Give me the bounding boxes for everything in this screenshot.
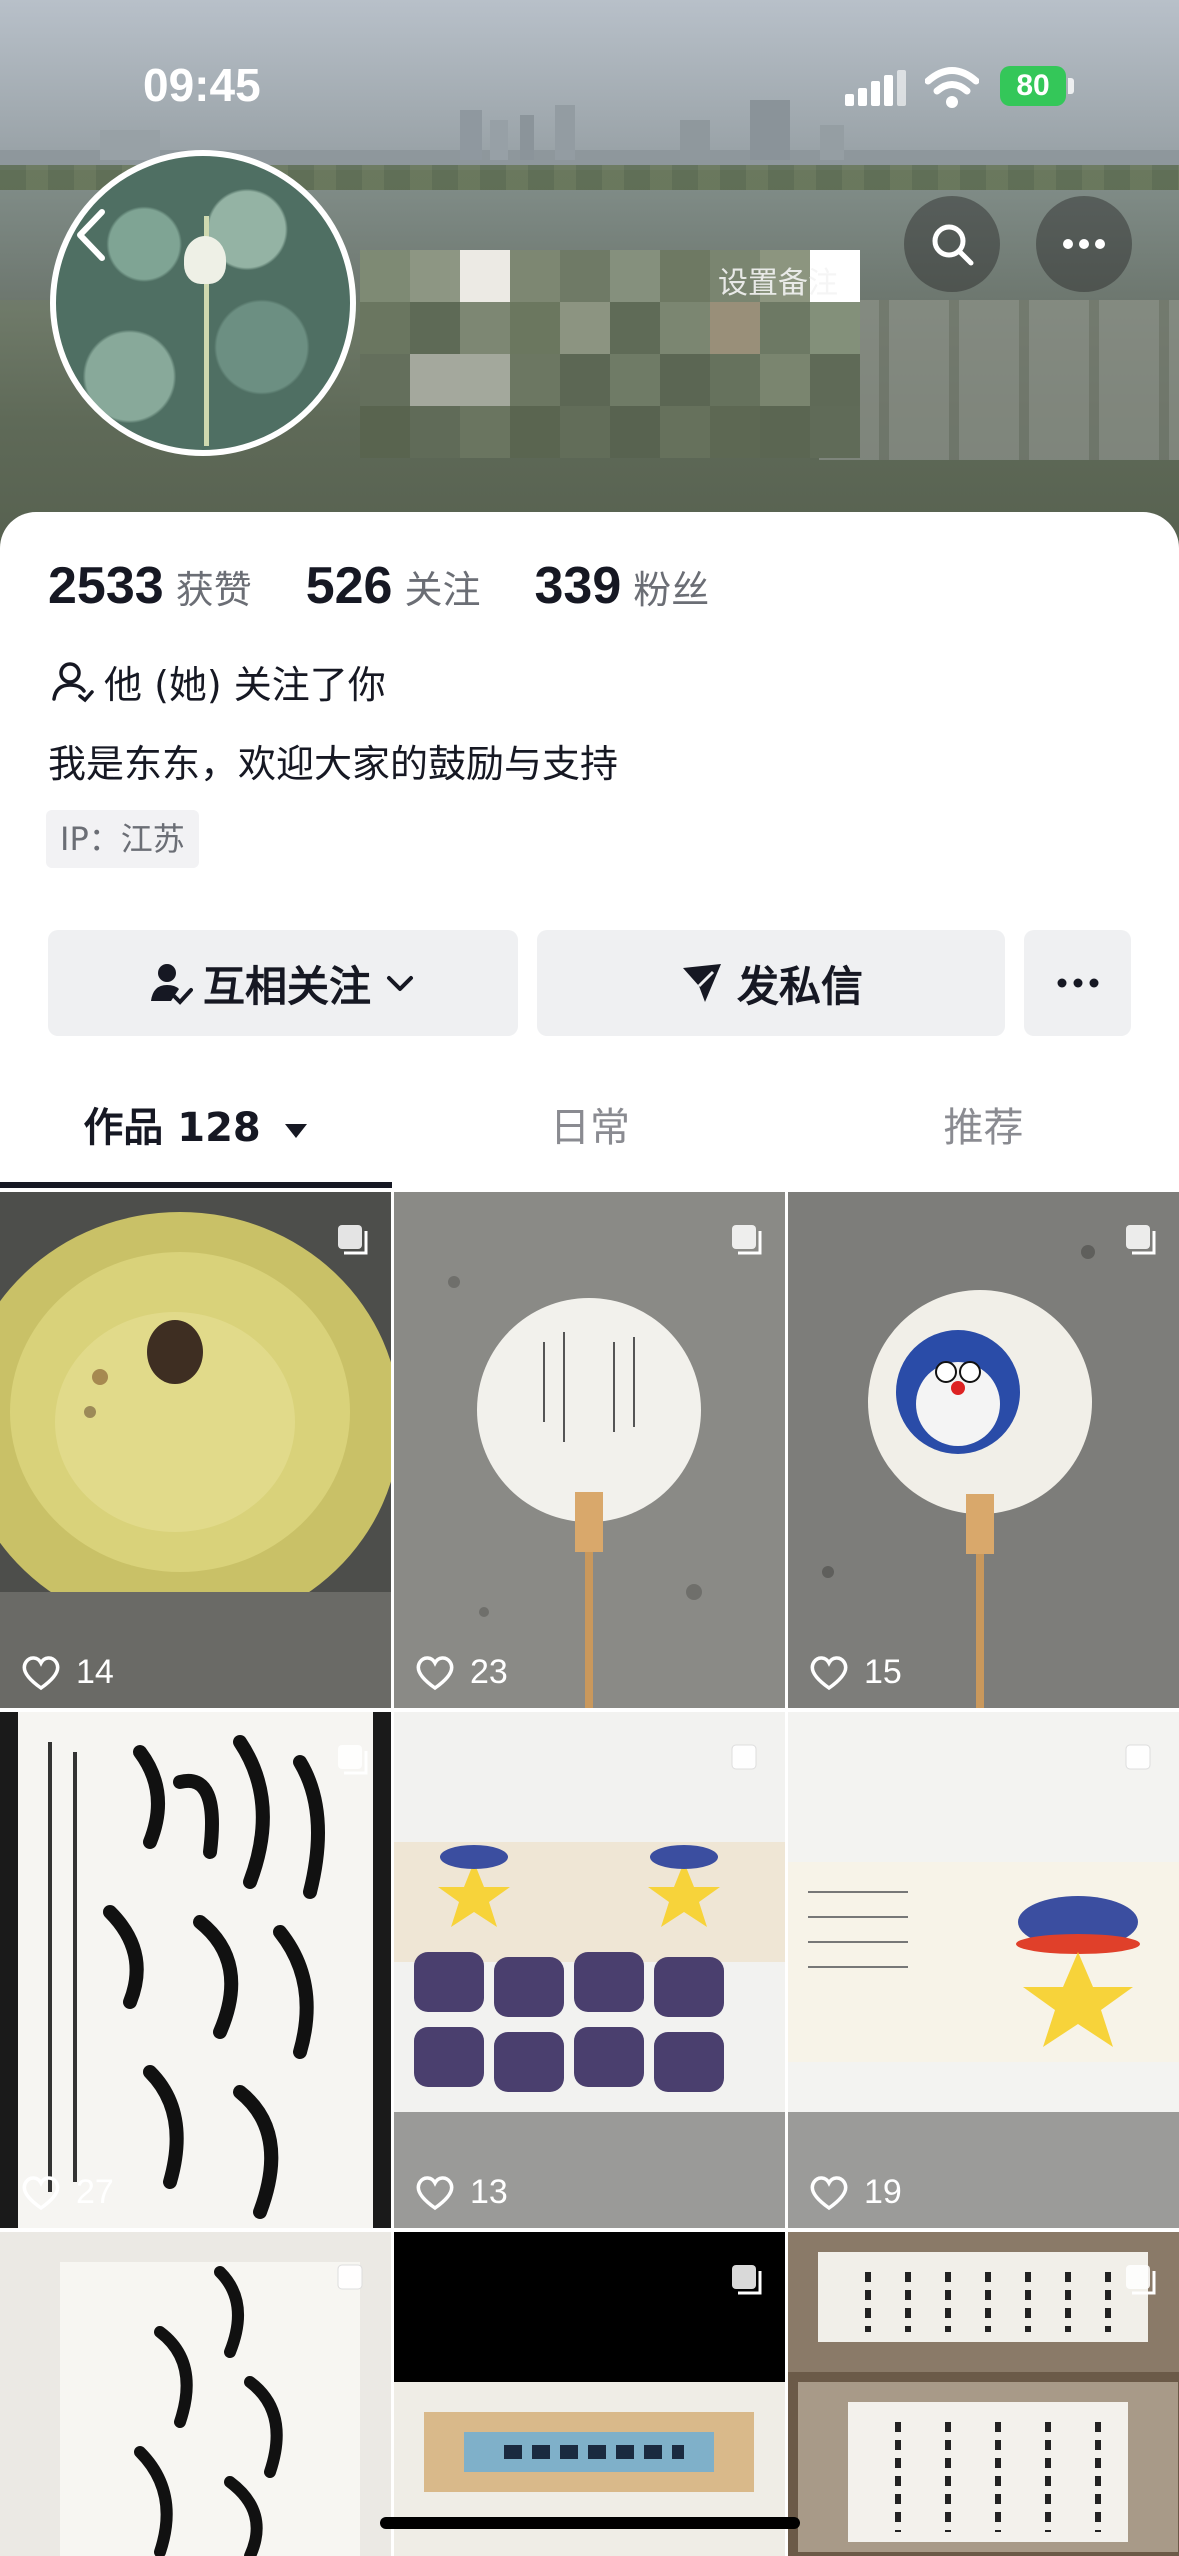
lotus-flower xyxy=(184,236,226,284)
battery-indicator: 80 xyxy=(1000,66,1066,106)
post-likes: 27 xyxy=(20,2173,114,2212)
post-image xyxy=(394,2232,785,2556)
user-check-icon xyxy=(150,964,193,1005)
post-image xyxy=(788,2232,1179,2556)
multi-image-icon xyxy=(335,2262,369,2296)
post-thumbnail[interactable] xyxy=(394,2232,785,2556)
post-likes: 14 xyxy=(20,1653,114,1692)
post-thumbnail[interactable]: 27 xyxy=(0,1712,391,2228)
heart-icon xyxy=(810,1655,848,1690)
post-image xyxy=(394,1712,785,2228)
tab-recommended[interactable]: 推荐 xyxy=(788,1095,1179,1165)
post-like-count: 15 xyxy=(864,1653,902,1691)
post-likes: 13 xyxy=(414,2173,508,2212)
search-button[interactable] xyxy=(904,196,1000,292)
post-thumbnail[interactable] xyxy=(788,2232,1179,2556)
post-likes: 19 xyxy=(808,2173,902,2212)
heart-icon xyxy=(22,1655,60,1690)
multi-image-icon xyxy=(335,1222,369,1256)
post-like-count: 27 xyxy=(76,2173,114,2211)
more-actions-button[interactable] xyxy=(1024,930,1131,1036)
content-tabs: 作品 128 日常 推荐 xyxy=(0,1095,1179,1185)
tab-works-label: 作品 128 xyxy=(83,1105,261,1151)
tab-works[interactable]: 作品 128 xyxy=(0,1095,392,1165)
heart-icon xyxy=(810,2175,848,2210)
post-likes: 23 xyxy=(414,1653,508,1692)
following-label: 关注 xyxy=(404,568,481,612)
send-message-button[interactable]: 发私信 xyxy=(537,930,1005,1036)
post-thumbnail[interactable]: 23 xyxy=(394,1192,785,1708)
post-likes: 15 xyxy=(808,1653,902,1692)
more-options-button[interactable] xyxy=(1036,196,1132,292)
post-image xyxy=(0,1712,391,2228)
post-thumbnail[interactable]: 13 xyxy=(394,1712,785,2228)
post-like-count: 13 xyxy=(470,2173,508,2211)
multi-image-icon xyxy=(729,2262,763,2296)
post-thumbnail[interactable]: 15 xyxy=(788,1192,1179,1708)
followers-label: 粉丝 xyxy=(633,568,710,612)
profile-header-background: 09:45 80 设置备注 xyxy=(0,0,1179,560)
post-image xyxy=(0,1192,391,1708)
post-image xyxy=(788,1192,1179,1708)
follows-you-note: 他 (她) 关注了你 xyxy=(50,653,386,709)
ip-location-badge: IP：江苏 xyxy=(46,810,199,868)
back-icon[interactable] xyxy=(58,200,128,270)
post-image xyxy=(788,1712,1179,2228)
likes-count[interactable]: 2533 xyxy=(48,556,164,616)
following-count[interactable]: 526 xyxy=(306,556,393,616)
multi-image-icon xyxy=(729,1742,763,1776)
send-icon xyxy=(682,964,721,1002)
followers-count[interactable]: 339 xyxy=(534,556,621,616)
follows-you-text: 他 (她) 关注了你 xyxy=(104,662,386,707)
likes-label: 获赞 xyxy=(175,568,252,612)
mutual-follow-label: 互相关注 xyxy=(202,961,371,1011)
status-bar: 09:45 80 xyxy=(0,58,1179,118)
set-remark-link[interactable]: 设置备注 xyxy=(718,258,838,302)
more-icon xyxy=(1057,978,1098,988)
profile-stats: 2533 获赞 526 关注 339 粉丝 xyxy=(48,556,763,626)
battery-tip xyxy=(1068,78,1074,94)
multi-image-icon xyxy=(1123,1222,1157,1256)
mutual-follow-button[interactable]: 互相关注 xyxy=(48,930,518,1036)
more-icon xyxy=(1063,239,1105,249)
status-time: 09:45 xyxy=(143,59,261,111)
send-message-label: 发私信 xyxy=(736,961,863,1011)
posts-grid: 14 23 15 27 13 19 xyxy=(0,1192,1179,2556)
multi-image-icon xyxy=(1123,1742,1157,1776)
caret-down-icon xyxy=(284,1124,307,1138)
post-like-count: 19 xyxy=(864,2173,902,2211)
cellular-signal-icon xyxy=(845,70,906,106)
multi-image-icon xyxy=(335,1742,369,1776)
tab-daily[interactable]: 日常 xyxy=(392,1095,788,1165)
user-icon xyxy=(52,662,94,703)
active-tab-underline xyxy=(0,1182,392,1188)
post-image xyxy=(394,1192,785,1708)
houses xyxy=(819,300,1179,460)
multi-image-icon xyxy=(1123,2262,1157,2296)
heart-icon xyxy=(22,2175,60,2210)
post-like-count: 23 xyxy=(470,1653,508,1691)
home-indicator[interactable] xyxy=(380,2517,800,2529)
heart-icon xyxy=(416,1655,454,1690)
avatar[interactable] xyxy=(50,150,356,456)
search-icon xyxy=(932,224,974,266)
bio: 我是东东，欢迎大家的鼓励与支持 xyxy=(48,742,619,786)
post-image xyxy=(0,2232,391,2556)
heart-icon xyxy=(416,2175,454,2210)
wifi-icon xyxy=(925,67,979,108)
chevron-down-icon xyxy=(387,976,413,991)
post-thumbnail[interactable]: 19 xyxy=(788,1712,1179,2228)
post-thumbnail[interactable] xyxy=(0,2232,391,2556)
post-thumbnail[interactable]: 14 xyxy=(0,1192,391,1708)
post-like-count: 14 xyxy=(76,1653,114,1691)
multi-image-icon xyxy=(729,1222,763,1256)
